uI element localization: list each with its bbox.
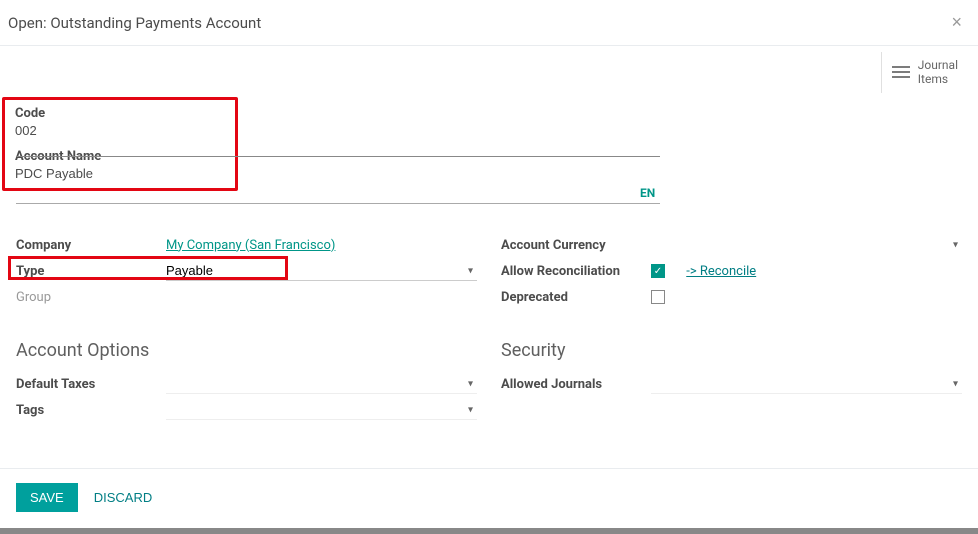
- journal-items-button[interactable]: Journal Items: [881, 52, 968, 93]
- group-label: Group: [16, 290, 166, 305]
- security-heading: Security: [501, 340, 962, 361]
- default-taxes-select[interactable]: [166, 374, 477, 394]
- account-name-input[interactable]: [15, 166, 225, 181]
- company-label: Company: [16, 238, 166, 253]
- divider: [16, 203, 660, 204]
- modal-header: Open: Outstanding Payments Account ×: [0, 0, 978, 46]
- type-select[interactable]: [166, 261, 477, 281]
- hamburger-icon: [892, 63, 910, 81]
- language-badge[interactable]: EN: [640, 186, 655, 200]
- close-button[interactable]: ×: [951, 12, 962, 33]
- shadow: [0, 528, 978, 534]
- type-label: Type: [16, 264, 166, 279]
- tags-label: Tags: [16, 403, 166, 418]
- account-options-heading: Account Options: [16, 340, 477, 361]
- company-link[interactable]: My Company (San Francisco): [166, 238, 335, 253]
- allow-reconciliation-label: Allow Reconciliation: [501, 264, 651, 279]
- tags-select[interactable]: [166, 400, 477, 420]
- code-label: Code: [15, 106, 225, 121]
- default-taxes-label: Default Taxes: [16, 377, 166, 392]
- allow-reconciliation-checkbox[interactable]: ✓: [651, 264, 665, 278]
- modal-title: Open: Outstanding Payments Account: [8, 14, 261, 32]
- discard-button[interactable]: DISCARD: [94, 490, 153, 505]
- divider: [16, 156, 660, 157]
- account-currency-select[interactable]: [651, 236, 962, 255]
- account-currency-label: Account Currency: [501, 238, 651, 253]
- allowed-journals-select[interactable]: [651, 374, 962, 394]
- journal-items-label: Journal Items: [918, 58, 958, 87]
- deprecated-checkbox[interactable]: [651, 290, 665, 304]
- reconcile-link[interactable]: -> Reconcile: [686, 264, 756, 279]
- save-button[interactable]: SAVE: [16, 483, 78, 512]
- allowed-journals-label: Allowed Journals: [501, 377, 651, 392]
- modal-footer: SAVE DISCARD: [0, 468, 978, 526]
- deprecated-label: Deprecated: [501, 290, 651, 305]
- highlight-box-code-name: Code Account Name: [2, 97, 238, 191]
- code-input[interactable]: [15, 123, 225, 138]
